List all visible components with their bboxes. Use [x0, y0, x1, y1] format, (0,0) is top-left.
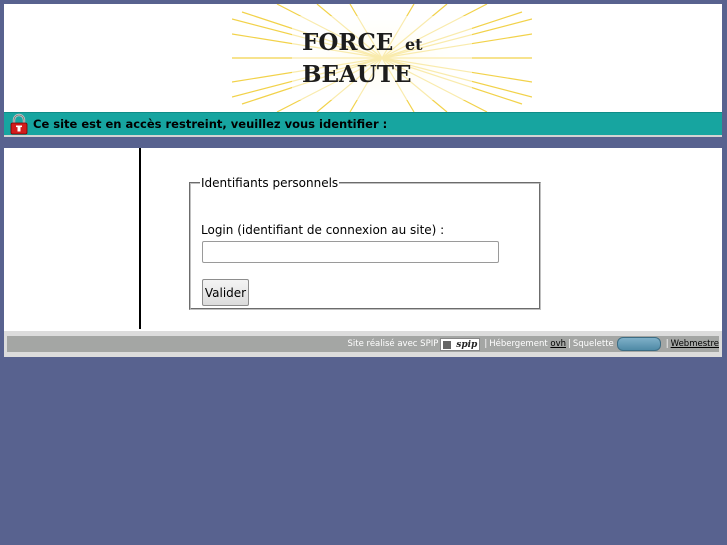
footer-hosting-link[interactable]: ovh	[550, 339, 566, 349]
sun-rays-logo-graphic	[232, 4, 532, 112]
main-content: Identifiants personnels Login (identifia…	[4, 148, 722, 331]
spip-logo-icon[interactable]: spip	[440, 337, 481, 351]
footer-webmaster-link[interactable]: Webmestre	[671, 339, 719, 349]
login-field-label: Login (identifiant de connexion au site)…	[201, 223, 445, 237]
skeleton-badge-icon[interactable]	[616, 337, 661, 351]
footer-skeleton-label: Squelette	[572, 339, 614, 349]
spip-logo-text: spip	[456, 339, 478, 350]
page-container: FORCE et BEAUTE Ce site est en accès res…	[4, 4, 722, 357]
site-header: FORCE et BEAUTE	[4, 4, 722, 112]
login-fieldset: Identifiants personnels Login (identifia…	[189, 176, 541, 310]
restricted-access-banner: Ce site est en accès restreint, veuillez…	[4, 112, 722, 137]
footer-separator: |	[568, 339, 571, 349]
footer-separator: |	[665, 339, 669, 349]
spip-mark-icon	[443, 340, 452, 349]
lock-icon	[10, 113, 28, 135]
left-column-divider	[139, 148, 141, 329]
login-input[interactable]	[202, 241, 499, 263]
footer-made-with-text: Site réalisé avec SPIP	[347, 339, 439, 349]
login-legend: Identifiants personnels	[201, 176, 339, 190]
logo-word-beaute: BEAUTE	[302, 61, 412, 88]
logo-word-et: et	[405, 35, 423, 54]
logo-word-force: FORCE	[302, 29, 394, 56]
footer-separator: |	[484, 339, 488, 349]
validate-button[interactable]: Valider	[202, 279, 249, 306]
restricted-access-message: Ce site est en accès restreint, veuillez…	[33, 117, 388, 131]
footer-hosting-label: Hébergement	[489, 339, 548, 349]
site-footer: Site réalisé avec SPIP spip | Hébergemen…	[4, 331, 722, 357]
footer-bar: Site réalisé avec SPIP spip | Hébergemen…	[7, 336, 719, 352]
